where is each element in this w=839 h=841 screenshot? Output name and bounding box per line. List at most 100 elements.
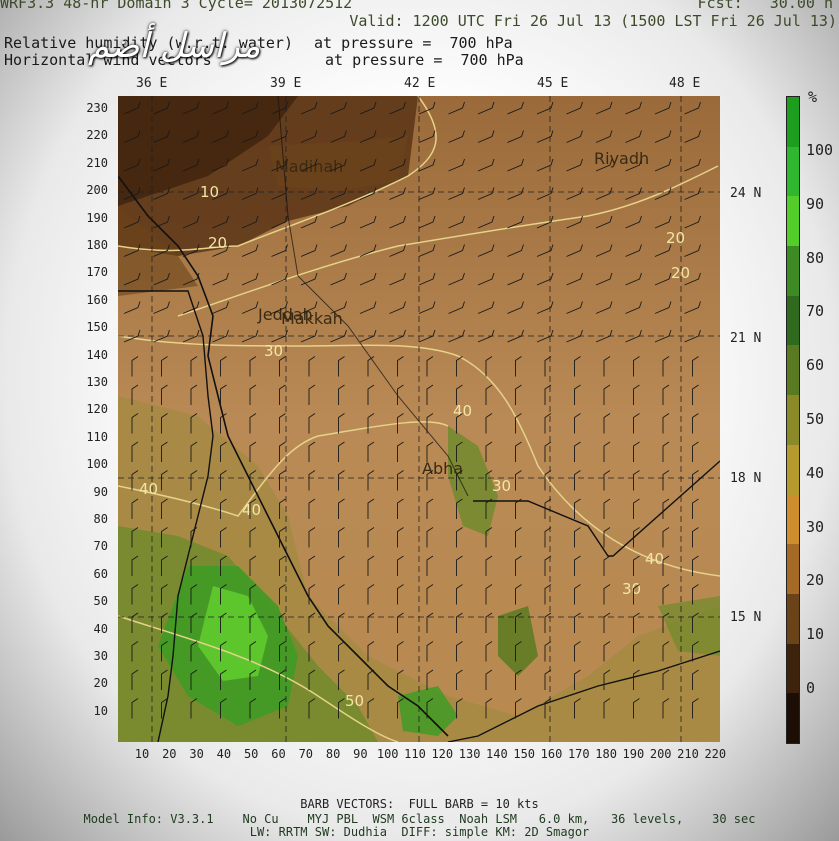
colorbar-label: 70 — [806, 302, 825, 321]
grid-x-tick: 120 — [431, 747, 454, 761]
grid-x-tick: 70 — [298, 747, 314, 761]
colorbar-swatch — [787, 593, 799, 644]
grid-y-tick: 20 — [93, 676, 108, 691]
grid-y-tick: 150 — [86, 320, 108, 335]
grid-y-tick: 70 — [93, 539, 108, 554]
lat-label-21n: 21 N — [730, 331, 762, 346]
grid-y-tick: 10 — [93, 703, 108, 718]
grid-x-tick: 150 — [513, 747, 536, 761]
colorbar-label: 30 — [806, 517, 825, 536]
contour-label-40b: 40 — [139, 480, 158, 498]
lat-label-18n: 18 N — [730, 471, 762, 486]
grid-y-tick: 60 — [93, 566, 108, 581]
colorbar-swatch — [787, 444, 799, 495]
grid-y-tick: 80 — [93, 512, 108, 526]
contour-label-20a: 20 — [208, 234, 227, 252]
lon-label-45e: 45 E — [537, 76, 569, 91]
forecast-hour: Fcst: 30.00 h — [697, 0, 833, 12]
grid-x-tick: 40 — [216, 747, 232, 761]
colorbar-swatch — [787, 345, 799, 396]
colorbar-label: 0 — [806, 679, 816, 697]
rh-wind-map: Madinah Jeddah Makkah Abha Riyadh 10 20 … — [117, 95, 721, 743]
grid-y-tick: 230 — [86, 101, 108, 115]
lon-label-48e: 48 E — [669, 76, 701, 91]
grid-x-tick: 60 — [271, 747, 286, 761]
colorbar-swatch — [787, 246, 799, 296]
grid-y-tick: 190 — [86, 210, 108, 225]
grid-x-tick: 210 — [677, 747, 699, 761]
grid-x-tick: 200 — [649, 747, 672, 761]
lat-label-24n: 24 N — [730, 186, 762, 201]
grid-x-tick: 180 — [595, 747, 617, 761]
grid-y-tick: 200 — [86, 183, 108, 198]
colorbar-swatch — [787, 395, 799, 445]
colorbar-label: 20 — [806, 571, 825, 590]
grid-x-tick: 130 — [458, 747, 481, 761]
colorbar-unit: % — [808, 88, 818, 106]
contour-label-20c: 20 — [671, 264, 690, 282]
grid-y-tick: 40 — [93, 621, 108, 636]
contour-label-40a: 40 — [453, 402, 472, 420]
field-2-level: at pressure = 700 hPa — [325, 51, 524, 69]
colorbar-label: 40 — [806, 463, 825, 482]
physics-info: LW: RRTM SW: Dudhia DIFF: simple KM: 2D … — [249, 825, 590, 839]
colorbar-label: 100 — [806, 141, 834, 159]
contour-label-40c: 40 — [242, 501, 261, 519]
model-info: Model Info: V3.3.1 No Cu MYJ PBL WSM 6cl… — [83, 812, 756, 826]
colorbar-label: 90 — [806, 194, 825, 213]
field-1-level: at pressure = 700 hPa — [314, 34, 513, 52]
lon-label-36e: 36 E — [136, 76, 168, 91]
rh-colorbar — [786, 96, 800, 744]
colorbar-swatch — [787, 295, 799, 346]
colorbar-label: 80 — [806, 248, 825, 267]
grid-x-tick: 50 — [243, 747, 259, 761]
contour-label-30c: 30 — [622, 580, 641, 598]
grid-y-tick: 220 — [86, 128, 108, 143]
grid-x-tick: 80 — [325, 747, 341, 761]
colorbar-label: 50 — [806, 410, 825, 428]
map-canvas: Madinah Jeddah Makkah Abha Riyadh 10 20 … — [117, 95, 721, 743]
arabic-watermark: مراسل أضم — [88, 26, 261, 66]
colorbar-swatch — [787, 544, 799, 594]
lon-label-39e: 39 E — [270, 76, 302, 91]
grid-x-tick: 90 — [353, 747, 368, 761]
contour-label-30a: 30 — [264, 342, 283, 360]
grid-y-tick: 170 — [86, 265, 108, 280]
grid-x-tick: 190 — [622, 747, 645, 761]
grid-y-tick: 90 — [93, 484, 108, 499]
colorbar-label: 60 — [806, 356, 825, 375]
colorbar-swatch — [787, 146, 799, 197]
grid-y-tick: 100 — [86, 457, 108, 472]
grid-x-tick: 220 — [704, 747, 727, 761]
grid-y-tick: 30 — [93, 649, 108, 663]
grid-x-tick: 10 — [134, 747, 150, 761]
grid-y-tick: 160 — [86, 292, 108, 307]
grid-x-tick: 20 — [162, 747, 177, 761]
grid-x-tick: 140 — [486, 747, 508, 761]
city-label-madinah: Madinah — [275, 157, 343, 176]
grid-x-tick: 110 — [404, 747, 426, 761]
grid-y-tick: 180 — [86, 238, 108, 252]
lon-label-42e: 42 E — [404, 76, 436, 91]
city-label-riyadh: Riyadh — [594, 149, 649, 168]
grid-x-tick: 100 — [376, 747, 399, 761]
grid-x-tick: 30 — [189, 747, 204, 761]
colorbar-swatch — [787, 494, 799, 545]
contour-label-30b: 30 — [492, 477, 511, 495]
grid-x-tick: 160 — [540, 747, 563, 761]
colorbar-swatch — [787, 643, 799, 694]
colorbar-swatch — [787, 97, 799, 147]
contour-label-40d: 40 — [645, 550, 664, 568]
colorbar-swatch — [787, 196, 799, 247]
grid-y-tick: 110 — [86, 429, 108, 444]
lat-label-15n: 15 N — [730, 610, 762, 625]
barb-legend: BARB VECTORS: FULL BARB = 10 kts — [300, 797, 539, 811]
grid-y-tick: 120 — [86, 402, 108, 417]
contour-label-20b: 20 — [666, 229, 685, 247]
valid-time: Valid: 1200 UTC Fri 26 Jul 13 (1500 LST … — [349, 12, 837, 30]
colorbar-label: 10 — [806, 625, 825, 644]
grid-y-tick: 130 — [86, 375, 108, 389]
grid-y-tick: 210 — [86, 155, 108, 170]
colorbar-swatch — [787, 693, 799, 743]
grid-x-tick: 170 — [567, 747, 590, 761]
